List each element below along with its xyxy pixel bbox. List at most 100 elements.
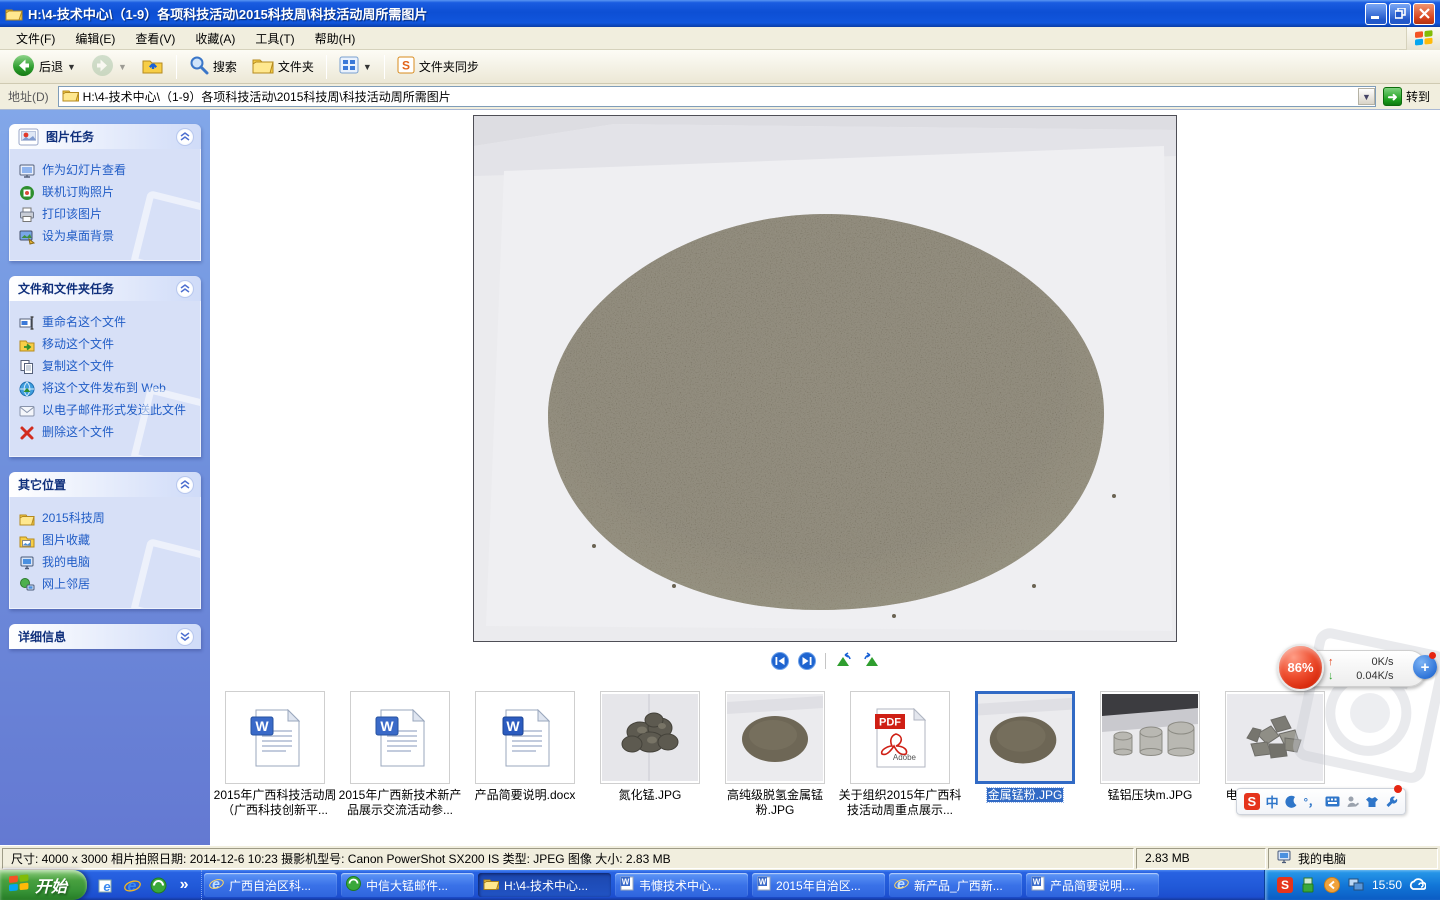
word-document-icon[interactable]: W <box>350 691 450 784</box>
chevron-down-icon: ▼ <box>363 62 372 72</box>
chevron-up-icon[interactable] <box>176 476 194 494</box>
file-tasks-header[interactable]: 文件和文件夹任务 <box>9 276 201 301</box>
taskbar-window-button[interactable]: e 广西自治区科... <box>204 873 337 897</box>
task-label: 打印该图片 <box>42 207 102 222</box>
menu-help[interactable]: 帮助(H) <box>305 26 366 51</box>
address-input[interactable]: H:\4-技术中心\（1-9）各项科技活动\2015科技周\科技活动周所需图片 … <box>58 86 1376 107</box>
thumbnail-photo-flakes[interactable] <box>1225 691 1325 784</box>
sogou-ime-bar[interactable]: S 中 °， <box>1236 788 1406 815</box>
sogou-logo-icon[interactable]: S <box>1244 793 1260 810</box>
back-button[interactable]: 后退 ▼ <box>6 51 82 83</box>
sogou-tray-icon[interactable]: S <box>1277 877 1293 893</box>
taskbar-window-label: 广西自治区科... <box>229 877 311 894</box>
taskbar-window-button[interactable]: W 2015年自治区... <box>752 873 885 897</box>
menu-file[interactable]: 文件(F) <box>6 26 65 51</box>
taskbar-window-button[interactable]: W 韦慷技术中心... <box>615 873 748 897</box>
previous-image-button[interactable] <box>771 652 789 670</box>
views-button[interactable]: ▼ <box>333 53 378 80</box>
ime-language-mode[interactable]: 中 <box>1266 792 1279 811</box>
picture-tasks-header[interactable]: 图片任务 <box>9 124 201 149</box>
task-copy-file[interactable]: 复制这个文件 <box>19 359 196 375</box>
image-thumbnail[interactable]: 高纯级脱氢金属锰粉.JPG <box>725 691 825 819</box>
chevron-up-icon[interactable] <box>176 280 194 298</box>
minimize-button[interactable] <box>1365 3 1387 25</box>
go-button[interactable]: ➜ 转到 <box>1381 87 1436 106</box>
ime-toolbox-icon[interactable] <box>1385 795 1398 808</box>
rotate-counterclockwise-button[interactable] <box>835 652 853 670</box>
menu-favorites[interactable]: 收藏(A) <box>185 26 245 51</box>
quicklaunch-overflow-chevron[interactable]: » <box>175 876 193 894</box>
place-network[interactable]: 网上邻居 <box>19 577 196 593</box>
file-thumbnail[interactable]: PDFAdobe 关于组织2015年广西科技活动周重点展示... <box>850 691 950 819</box>
pdf-document-icon[interactable]: PDFAdobe <box>850 691 950 784</box>
sidebar: 图片任务 作为幻灯片查看 联机订购照片 打印该图片 <box>0 110 210 845</box>
folders-icon <box>252 56 274 77</box>
taskbar-window-button-active[interactable]: H:\4-技术中心... <box>478 873 611 897</box>
taskbar-window-button[interactable]: e 新产品_广西新... <box>889 873 1022 897</box>
svg-text:W: W <box>1033 878 1041 887</box>
chevron-up-icon[interactable] <box>176 128 194 146</box>
word-document-icon[interactable]: W <box>475 691 575 784</box>
taskbar-window-button[interactable]: 中信大锰邮件... <box>341 873 474 897</box>
up-button[interactable] <box>136 52 170 81</box>
thumbnail-photo-briquettes[interactable] <box>1100 691 1200 784</box>
image-thumbnail[interactable]: 锰铝压块m.JPG <box>1100 691 1200 819</box>
ime-fullwidth-moon-icon[interactable] <box>1285 795 1298 808</box>
hide-icons-chevron[interactable] <box>1324 877 1341 894</box>
search-button[interactable]: 搜索 <box>183 52 243 81</box>
quicklaunch-green-browser-icon[interactable] <box>149 876 167 894</box>
place-my-computer[interactable]: 我的电脑 <box>19 555 196 571</box>
file-thumbnail[interactable]: W 2015年广西科技活动周（广西科技创新平... <box>225 691 325 819</box>
details-header[interactable]: 详细信息 <box>9 624 201 649</box>
close-button[interactable] <box>1413 3 1435 25</box>
network-tray-icon[interactable] <box>1348 877 1365 894</box>
file-thumbnail[interactable]: W 2015年广西新技术新产品展示交流活动参... <box>350 691 450 819</box>
task-set-desktop-background[interactable]: 设为桌面背景 <box>19 229 196 245</box>
taskbar-clock[interactable]: 15:50 <box>1372 878 1402 892</box>
ime-skin-icon[interactable] <box>1365 796 1379 808</box>
email-icon <box>19 403 35 419</box>
next-image-button[interactable] <box>798 652 816 670</box>
ime-keyboard-icon[interactable] <box>1325 796 1340 807</box>
other-places-title: 其它位置 <box>18 476 66 493</box>
usb-tray-icon[interactable] <box>1300 877 1317 894</box>
quicklaunch-ie-icon[interactable]: e <box>97 876 115 894</box>
thumbnail-photo-powder[interactable] <box>725 691 825 784</box>
memory-usage-ball[interactable]: 86% <box>1277 644 1324 691</box>
address-dropdown-button[interactable]: ▼ <box>1358 88 1375 105</box>
forward-button[interactable]: ▼ <box>85 51 133 83</box>
task-publish-web[interactable]: 将这个文件发布到 Web <box>19 381 196 397</box>
place-2015-folder[interactable]: 2015科技周 <box>19 511 196 527</box>
start-button[interactable]: 开始 <box>0 870 87 900</box>
menu-view[interactable]: 查看(V) <box>125 26 185 51</box>
folder-sync-button[interactable]: S 文件夹同步 <box>391 53 485 80</box>
task-rename-file[interactable]: 重命名这个文件 <box>19 315 196 331</box>
image-thumbnail[interactable]: 氮化锰.JPG <box>600 691 700 819</box>
chevron-down-icon[interactable] <box>176 628 194 646</box>
task-move-file[interactable]: 移动这个文件 <box>19 337 196 353</box>
other-places-header[interactable]: 其它位置 <box>9 472 201 497</box>
rotate-clockwise-button[interactable] <box>862 652 880 670</box>
task-view-slideshow[interactable]: 作为幻灯片查看 <box>19 163 196 179</box>
cloud-tray-icon[interactable] <box>1409 877 1426 894</box>
quicklaunch-browser-icon[interactable]: e <box>123 876 141 894</box>
file-thumbnail[interactable]: W 产品简要说明.docx <box>475 691 575 819</box>
title-bar[interactable]: H:\4-技术中心\（1-9）各项科技活动\2015科技周\科技活动周所需图片 <box>0 0 1440 27</box>
taskbar-window-button[interactable]: W 产品简要说明.... <box>1026 873 1159 897</box>
folders-button[interactable]: 文件夹 <box>246 53 320 80</box>
place-my-pictures[interactable]: 图片收藏 <box>19 533 196 549</box>
speed-ball-widget[interactable]: ↑0K/s ↓0.04K/s 86% + <box>1277 644 1324 691</box>
ime-handwriting-icon[interactable] <box>1346 795 1359 808</box>
menu-tools[interactable]: 工具(T) <box>245 26 304 51</box>
word-document-icon[interactable]: W <box>225 691 325 784</box>
thumbnail-photo-lumps[interactable] <box>600 691 700 784</box>
task-delete-file[interactable]: 删除这个文件 <box>19 425 196 441</box>
task-print-picture[interactable]: 打印该图片 <box>19 207 196 223</box>
task-order-prints[interactable]: 联机订购照片 <box>19 185 196 201</box>
thumbnail-photo-powder[interactable] <box>975 691 1075 784</box>
task-email-file[interactable]: 以电子邮件形式发送此文件 <box>19 403 196 419</box>
restore-button[interactable] <box>1389 3 1411 25</box>
image-thumbnail-selected[interactable]: 金属锰粉.JPG <box>975 691 1075 819</box>
menu-edit[interactable]: 编辑(E) <box>65 26 125 51</box>
ime-punctuation-mode[interactable]: °， <box>1304 794 1319 810</box>
